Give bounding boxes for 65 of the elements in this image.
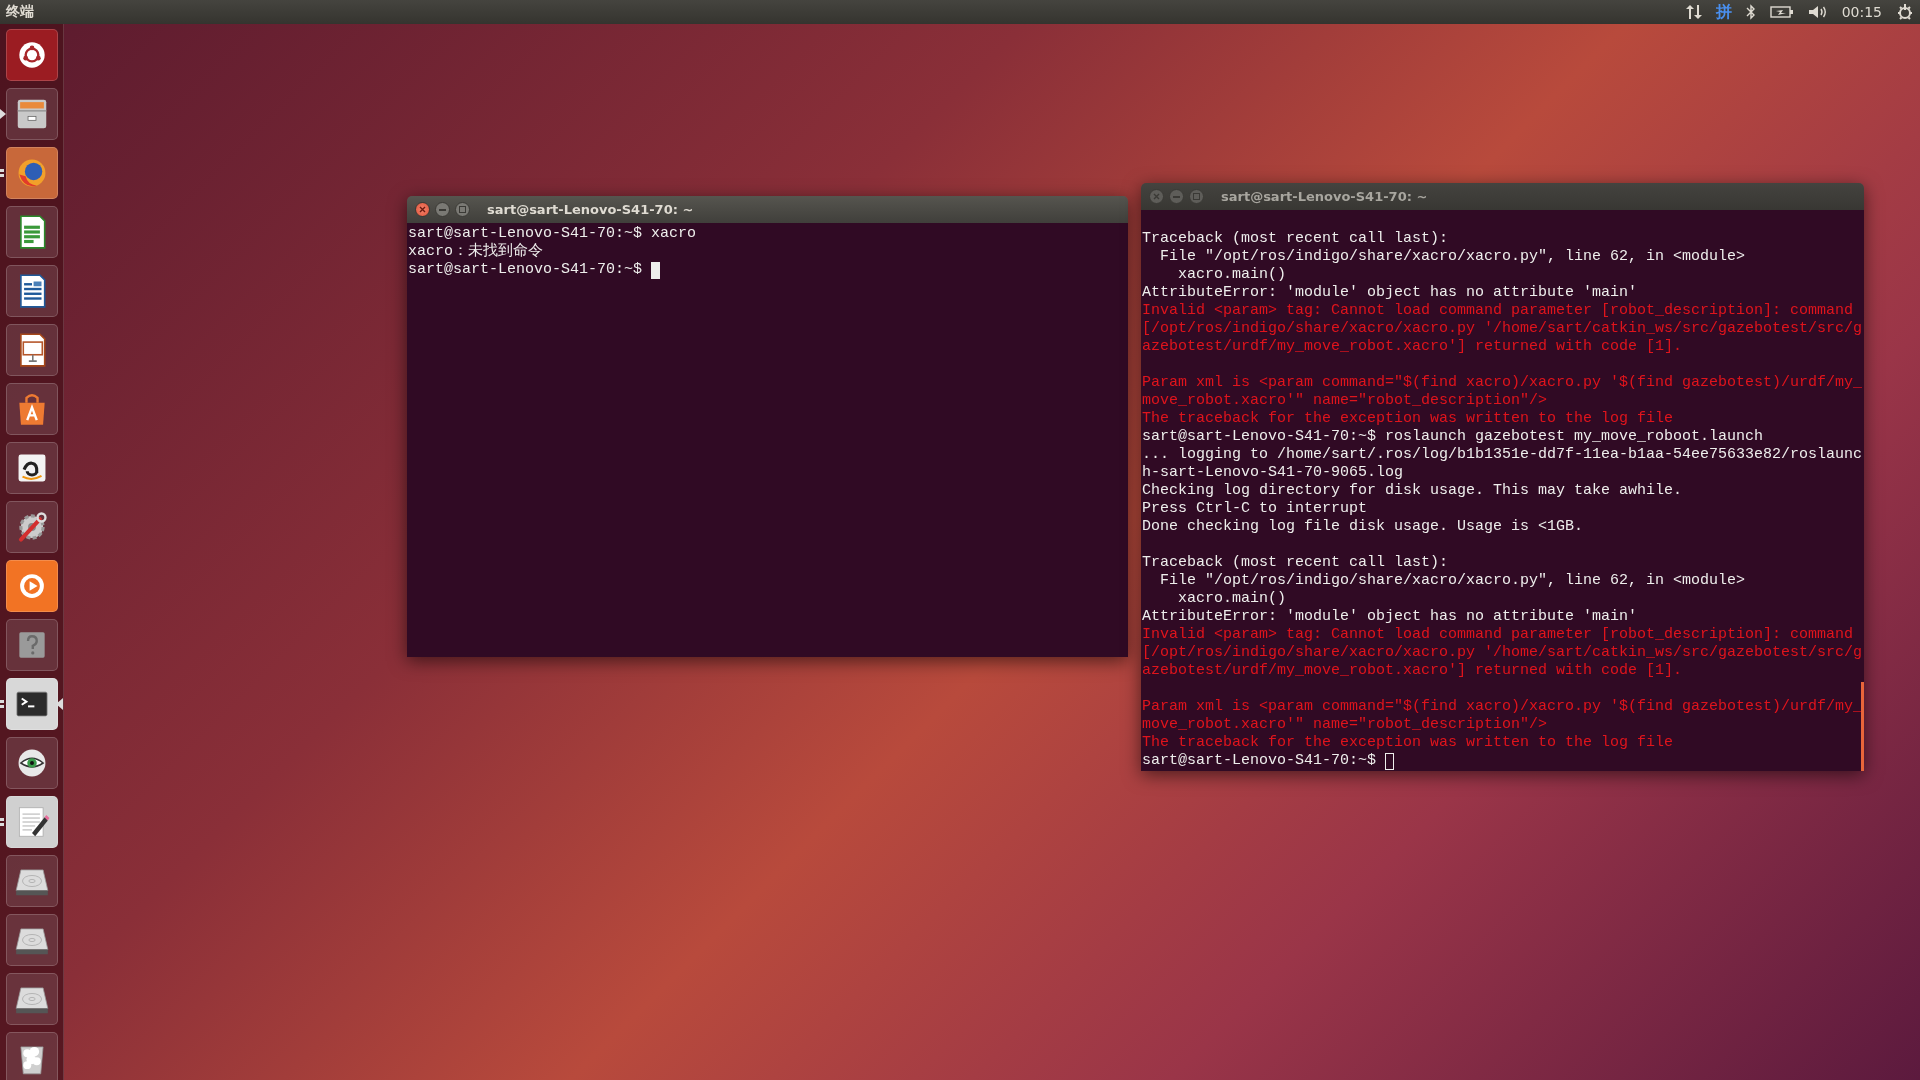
- terminal-line: The traceback for the exception was written to the log file: [1142, 734, 1675, 752]
- battery-icon[interactable]: [1769, 5, 1794, 19]
- terminal-line: sart@sart-Lenovo-S41-70:~$: [408, 261, 643, 279]
- terminal-line: Traceback (most recent call last):: [1142, 230, 1450, 248]
- close-icon: [1153, 193, 1160, 200]
- clock[interactable]: 00:15: [1841, 4, 1882, 20]
- close-button[interactable]: [415, 202, 430, 217]
- terminal-line: Invalid <param> tag: Cannot load command parameter [robot_description]: command: [1142, 302, 1855, 320]
- app-title: 终端: [6, 3, 34, 21]
- terminal-line: xacro.main(): [1177, 590, 1288, 608]
- launcher-button[interactable]: [5, 442, 58, 494]
- launcher-button[interactable]: [5, 147, 58, 199]
- launcher-button[interactable]: [5, 737, 58, 789]
- launcher-button[interactable]: [5, 383, 58, 435]
- maximize-icon: [459, 206, 466, 213]
- terminal-line: move_robot.xacro'" name="robot_description"/>: [1142, 716, 1549, 734]
- close-icon: [419, 206, 426, 213]
- launcher-button[interactable]: [5, 678, 58, 730]
- terminal-line: File "/opt/ros/indigo/share/xacro/xacro.py", line 62, in <module>: [1159, 248, 1747, 266]
- terminal-line: ... logging to /home/sart/.ros/log/b1b1351e-dd7f-11ea-b1aa-54ee75633e82/roslaunc: [1142, 446, 1863, 464]
- launcher-button[interactable]: [5, 973, 58, 1025]
- window-title: sart@sart-Lenovo-S41-70: ~: [487, 202, 694, 217]
- launcher-button[interactable]: [5, 29, 58, 81]
- terminal-line: sart@sart-Lenovo-S41-70:~$ roslaunch gazebotest my_move_roboot.launch: [1142, 428, 1765, 446]
- maximize-button[interactable]: [455, 202, 470, 217]
- launcher-button[interactable]: [5, 265, 58, 317]
- terminal-line: Done checking log file disk usage. Usage is <1GB.: [1142, 518, 1585, 536]
- terminal-line: File "/opt/ros/indigo/share/xacro/xacro.py", line 62, in <module>: [1159, 572, 1747, 590]
- launcher-button[interactable]: [5, 855, 58, 907]
- terminal-line: Invalid <param> tag: Cannot load command parameter [robot_description]: command: [1142, 626, 1855, 644]
- terminal-line: azebotest/urdf/my_move_robot.xacro'] returned with code [1].: [1142, 338, 1684, 356]
- bluetooth-icon[interactable]: [1745, 4, 1756, 20]
- minimize-icon: [1173, 195, 1180, 198]
- power-gear-icon[interactable]: [1896, 3, 1914, 21]
- terminal-line: AttributeError: 'module' object has no attribute 'main': [1142, 608, 1639, 626]
- terminal-line: Param xml is <param command="$(find xacro)/xacro.py '$(find gazebotest)/urdf/my_: [1142, 374, 1863, 392]
- terminal-line: sart@sart-Lenovo-S41-70:~$: [1142, 752, 1377, 770]
- launcher-button[interactable]: [5, 324, 58, 376]
- terminal-line: [/opt/ros/indigo/share/xacro/xacro.py '/home/sart/catkin_ws/src/gazebotest/src/g: [1142, 644, 1863, 662]
- terminal-line: move_robot.xacro'" name="robot_description"/>: [1142, 392, 1549, 410]
- minimize-icon: [439, 208, 446, 211]
- terminal-line: Param xml is <param command="$(find xacro)/xacro.py '$(find gazebotest)/urdf/my_: [1142, 698, 1863, 716]
- terminal-line: h-sart-Lenovo-S41-70-9065.log: [1142, 464, 1405, 482]
- terminal-line: azebotest/urdf/my_move_robot.xacro'] returned with code [1].: [1142, 662, 1684, 680]
- terminal-line: xacro.main(): [1177, 266, 1288, 284]
- launcher-button[interactable]: [5, 796, 58, 848]
- terminal-line: xacro：未找到命令: [408, 243, 544, 261]
- network-arrows-icon[interactable]: [1685, 4, 1702, 20]
- minimize-button[interactable]: [435, 202, 450, 217]
- launcher-button[interactable]: [5, 1032, 58, 1080]
- terminal-line: Press Ctrl-C to interrupt: [1142, 500, 1369, 518]
- launcher-button[interactable]: [5, 501, 58, 553]
- terminal-line: AttributeError: 'module' object has no attribute 'main': [1142, 284, 1639, 302]
- launcher-button[interactable]: [5, 88, 58, 140]
- terminal-line: sart@sart-Lenovo-S41-70:~$ xacro: [408, 225, 698, 242]
- maximize-icon: [1193, 193, 1200, 200]
- terminal-line: Traceback (most recent call last):: [1142, 554, 1450, 572]
- launcher-button[interactable]: [5, 914, 58, 966]
- terminal-line: Checking log directory for disk usage. This may take awhile.: [1142, 482, 1684, 500]
- terminal-line: The traceback for the exception was written to the log file: [1142, 410, 1675, 428]
- terminal-line: [/opt/ros/indigo/share/xacro/xacro.py '/home/sart/catkin_ws/src/gazebotest/src/g: [1142, 320, 1863, 338]
- window-title: sart@sart-Lenovo-S41-70: ~: [1221, 189, 1428, 204]
- speaker-icon[interactable]: [1807, 4, 1828, 20]
- launcher-button[interactable]: [5, 206, 58, 258]
- launcher-button[interactable]: [5, 560, 58, 612]
